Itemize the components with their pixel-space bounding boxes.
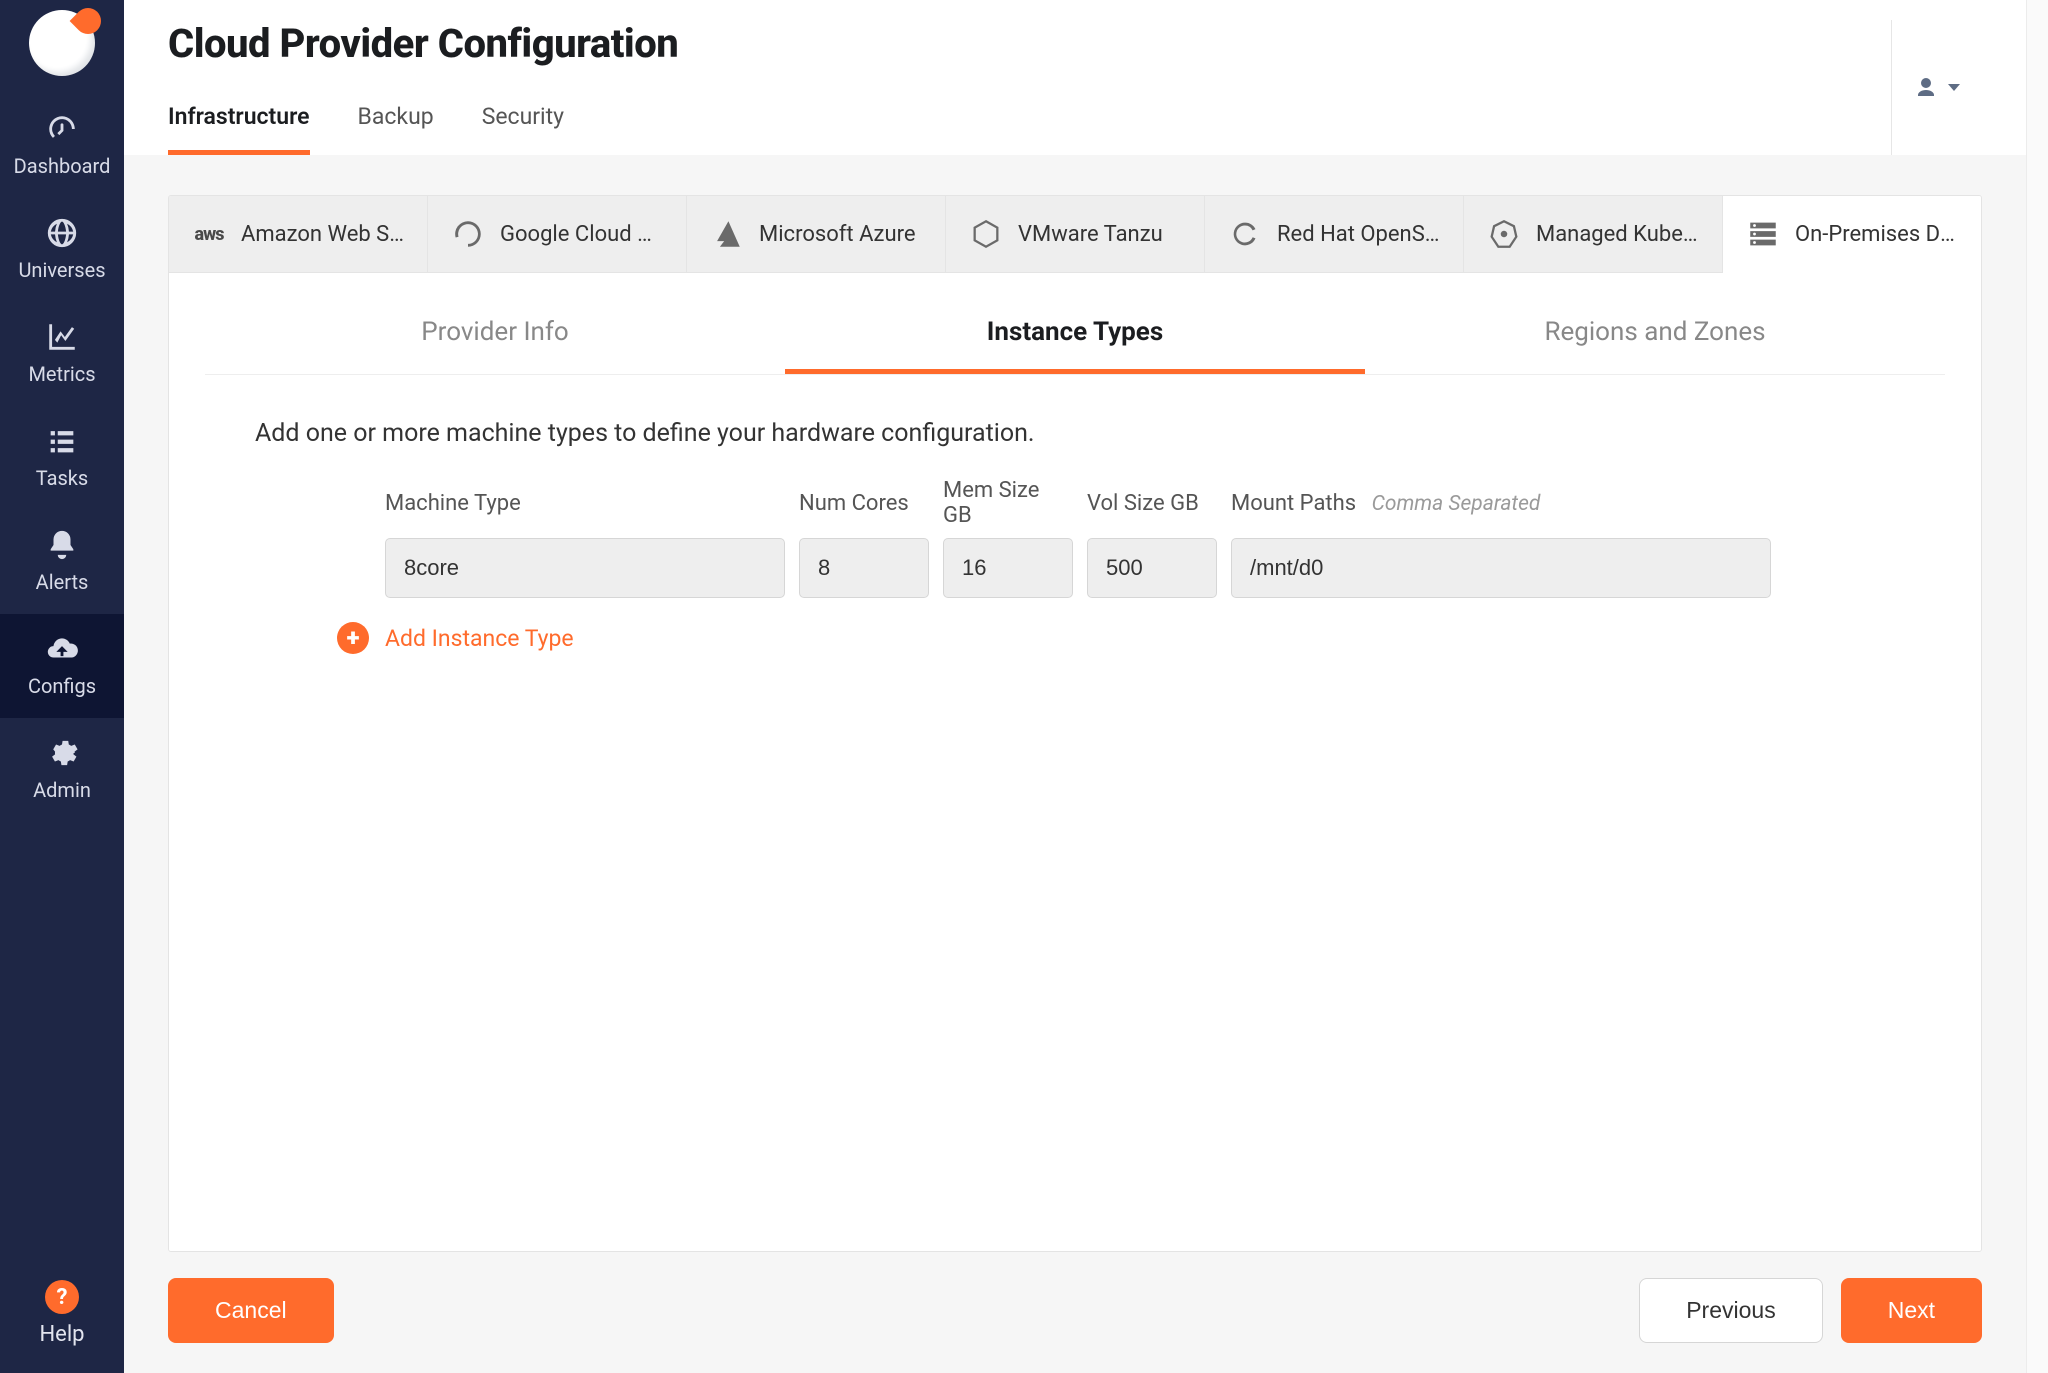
planet-logo-icon	[29, 10, 95, 76]
aws-icon: aws	[191, 216, 227, 252]
cancel-button[interactable]: Cancel	[168, 1278, 334, 1343]
metrics-icon	[45, 320, 79, 354]
step-provider-info[interactable]: Provider Info	[205, 301, 785, 374]
globe-icon	[45, 216, 79, 250]
tab-security[interactable]: Security	[482, 103, 564, 155]
mount-paths-hint: Comma Separated	[1372, 492, 1541, 516]
num-cores-input[interactable]	[799, 538, 929, 598]
machine-type-input[interactable]	[385, 538, 785, 598]
sidebar-item-tasks[interactable]: Tasks	[0, 406, 124, 510]
app-logo[interactable]	[0, 0, 124, 94]
sidebar-item-label: Tasks	[36, 466, 89, 490]
user-icon	[1914, 76, 1938, 100]
previous-button[interactable]: Previous	[1639, 1278, 1822, 1343]
azure-icon	[709, 216, 745, 252]
provider-tab-aws[interactable]: aws Amazon Web Se…	[169, 196, 428, 273]
header-tabs: Infrastructure Backup Security	[168, 103, 678, 155]
vol-size-input[interactable]	[1087, 538, 1217, 598]
form-row	[385, 538, 1945, 598]
mount-paths-input[interactable]	[1231, 538, 1771, 598]
sidebar-item-alerts[interactable]: Alerts	[0, 510, 124, 614]
add-instance-type-button[interactable]: + Add Instance Type	[337, 622, 1945, 654]
mem-size-input[interactable]	[943, 538, 1073, 598]
panel-body: Provider Info Instance Types Regions and…	[169, 273, 1981, 1251]
content-area: aws Amazon Web Se… Google Cloud Pl… Micr…	[124, 155, 2026, 1373]
wizard-steps: Provider Info Instance Types Regions and…	[205, 301, 1945, 375]
sidebar-item-label: Alerts	[36, 570, 89, 594]
user-menu[interactable]	[1891, 20, 1982, 155]
openshift-icon	[1227, 216, 1263, 252]
col-machine-type: Machine Type	[385, 491, 785, 516]
sidebar-item-label: Configs	[28, 674, 96, 698]
form-headers: Machine Type Num Cores Mem Size GB Vol S…	[385, 478, 1945, 528]
provider-tab-openshift[interactable]: Red Hat OpenShift	[1205, 196, 1464, 273]
sidebar-item-label: Admin	[33, 778, 91, 802]
sidebar: Dashboard Universes Metrics Tasks Alerts	[0, 0, 124, 1373]
plus-circle-icon: +	[337, 622, 369, 654]
provider-tab-tanzu[interactable]: VMware Tanzu	[946, 196, 1205, 273]
add-instance-type-label: Add Instance Type	[385, 625, 574, 652]
col-num-cores: Num Cores	[799, 491, 929, 516]
bell-icon	[45, 528, 79, 562]
provider-tab-azure[interactable]: Microsoft Azure	[687, 196, 946, 273]
scrollbar[interactable]	[2026, 0, 2048, 1373]
instruction-text: Add one or more machine types to define …	[255, 419, 1945, 448]
col-vol-size: Vol Size GB	[1087, 491, 1217, 516]
next-button[interactable]: Next	[1841, 1278, 1982, 1343]
sidebar-item-label: Dashboard	[14, 154, 111, 178]
gear-icon	[45, 736, 79, 770]
sidebar-item-configs[interactable]: Configs	[0, 614, 124, 718]
page-title: Cloud Provider Configuration	[168, 20, 678, 67]
sidebar-item-metrics[interactable]: Metrics	[0, 302, 124, 406]
provider-tabs: aws Amazon Web Se… Google Cloud Pl… Micr…	[169, 196, 1981, 273]
gauge-icon	[45, 112, 79, 146]
chevron-down-icon	[1948, 84, 1960, 91]
sidebar-item-help[interactable]: ? Help	[0, 1262, 124, 1373]
step-regions-zones[interactable]: Regions and Zones	[1365, 301, 1945, 374]
col-mount-paths: Mount Paths Comma Separated	[1231, 491, 1771, 516]
cloud-icon	[45, 632, 79, 666]
sidebar-item-label: Universes	[18, 258, 105, 282]
tanzu-icon	[968, 216, 1004, 252]
step-instance-types[interactable]: Instance Types	[785, 301, 1365, 374]
main: Cloud Provider Configuration Infrastruct…	[124, 0, 2026, 1373]
kubernetes-icon	[1486, 216, 1522, 252]
sidebar-item-admin[interactable]: Admin	[0, 718, 124, 822]
col-mem-size: Mem Size GB	[943, 478, 1073, 528]
provider-tab-onprem[interactable]: On-Premises Dat…	[1723, 196, 1981, 273]
header: Cloud Provider Configuration Infrastruct…	[124, 0, 2026, 155]
sidebar-item-dashboard[interactable]: Dashboard	[0, 94, 124, 198]
list-icon	[45, 424, 79, 458]
config-panel: aws Amazon Web Se… Google Cloud Pl… Micr…	[168, 195, 1982, 1252]
help-icon: ?	[45, 1280, 79, 1314]
provider-tab-gcp[interactable]: Google Cloud Pl…	[428, 196, 687, 273]
tab-backup[interactable]: Backup	[358, 103, 434, 155]
sidebar-item-label: Metrics	[28, 362, 95, 386]
sidebar-item-label: Help	[39, 1322, 84, 1347]
tab-infrastructure[interactable]: Infrastructure	[168, 103, 310, 155]
sidebar-item-universes[interactable]: Universes	[0, 198, 124, 302]
datacenter-icon	[1745, 216, 1781, 252]
wizard-footer: Cancel Previous Next	[168, 1278, 1982, 1343]
gcp-icon	[450, 216, 486, 252]
provider-tab-managed-k8s[interactable]: Managed Kuber…	[1464, 196, 1723, 273]
